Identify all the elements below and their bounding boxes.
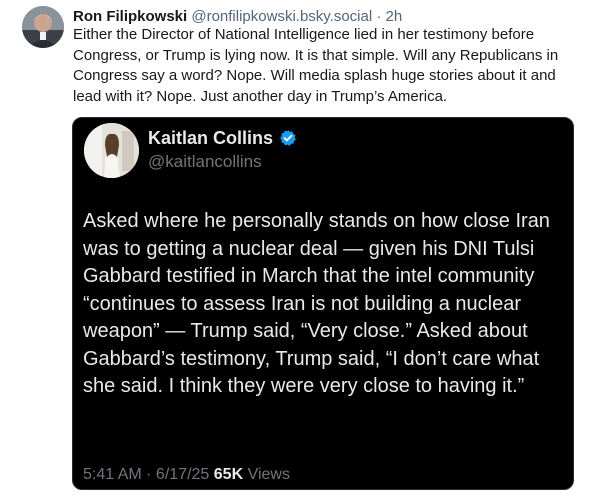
author-name[interactable]: Ron Filipkowski [73,8,187,25]
embed-meta-separator: · [141,466,156,483]
post-header: Ron Filipkowski @ronfilipkowski.bsky.soc… [73,7,402,27]
embed-author-avatar[interactable] [84,123,139,178]
embed-post-meta: 5:41 AM · 6/17/25 65K Views [83,465,290,485]
post-text: Either the Director of National Intellig… [73,26,559,105]
social-post: Ron Filipkowski @ronfilipkowski.bsky.soc… [0,0,590,500]
embed-author-handle[interactable]: @kaitlancollins [148,151,262,173]
embed-views-label: Views [247,466,290,483]
separator: · [372,8,386,25]
embed-post-date[interactable]: 6/17/25 [156,466,209,483]
embed-post-text: Asked where he personally stands on how … [83,210,550,397]
verified-badge-icon [279,129,297,152]
author-handle[interactable]: @ronfilipkowski.bsky.social [191,8,372,25]
author-avatar[interactable] [22,6,64,48]
post-time[interactable]: 2h [386,8,403,25]
embed-views-count: 65K [213,466,244,483]
embed-author-name-text: Kaitlan Collins [148,128,274,148]
embed-post-time[interactable]: 5:41 AM [83,466,142,483]
embedded-post-card[interactable]: Kaitlan Collins @kaitlancollins Asked wh… [72,117,574,490]
embed-author-name[interactable]: Kaitlan Collins [148,127,297,152]
